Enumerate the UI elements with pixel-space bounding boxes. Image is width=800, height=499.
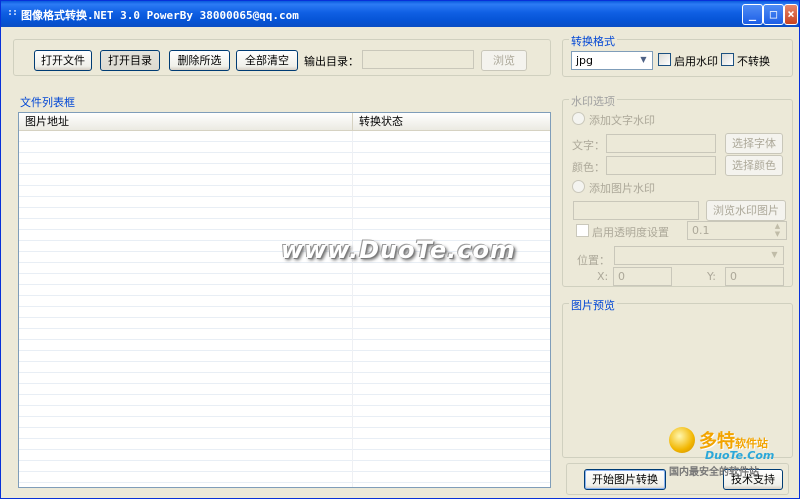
format-group-title: 转换格式: [569, 33, 617, 49]
clear-all-button[interactable]: 全部清空: [236, 50, 298, 71]
file-list-header: 图片地址 转换状态: [19, 113, 550, 131]
text-label: 文字：: [572, 139, 605, 152]
position-select[interactable]: ▼: [614, 246, 784, 265]
title-bar[interactable]: :: 图像格式转换.NET 3.0 PowerBy 38000065@qq.co…: [1, 1, 799, 27]
choose-font-button[interactable]: 选择字体: [725, 133, 783, 154]
open-file-button[interactable]: 打开文件: [34, 50, 92, 71]
maximize-button[interactable]: □: [763, 4, 784, 25]
no-convert-checkbox[interactable]: [721, 53, 734, 66]
delete-selected-button[interactable]: 删除所选: [169, 50, 230, 71]
transparency-label: 启用透明度设置: [592, 226, 669, 239]
watermark-group-title: 水印选项: [569, 93, 617, 109]
watermark-group: 水印选项 添加文字水印 文字： 选择字体 颜色： 选择颜色 添加图片水印 浏览水…: [562, 93, 793, 287]
site-logo: 多特软件站 DuoTe.Com 国内最安全的软件站: [669, 427, 795, 478]
column-image-path[interactable]: 图片地址: [19, 113, 353, 131]
close-button[interactable]: ×: [784, 4, 798, 25]
open-directory-button[interactable]: 打开目录: [100, 50, 160, 71]
file-list[interactable]: 图片地址 转换状态: [18, 112, 551, 488]
format-select[interactable]: jpg ▼: [571, 51, 653, 70]
file-list-title: 文件列表框: [18, 94, 77, 110]
window-title: 图像格式转换.NET 3.0 PowerBy 38000065@qq.com: [21, 9, 299, 22]
logo-subtitle: 国内最安全的软件站: [669, 467, 759, 478]
output-dir-label: 输出目录：: [304, 55, 359, 68]
x-field[interactable]: 0: [613, 267, 672, 286]
browse-output-button[interactable]: 浏览: [481, 50, 527, 71]
format-select-value: jpg: [576, 54, 594, 67]
watermark-image-path-field[interactable]: [573, 201, 699, 220]
x-label: X:: [597, 270, 609, 283]
y-label: Y:: [707, 270, 716, 283]
add-text-watermark-radio[interactable]: [572, 112, 585, 125]
logo-en: DuoTe.Com: [705, 449, 775, 462]
browse-watermark-image-button[interactable]: 浏览水印图片: [706, 200, 786, 221]
transparency-stepper[interactable]: 0.1 ▲ ▼: [687, 221, 787, 240]
color-label: 颜色：: [572, 161, 605, 174]
toolbar-group: 打开文件 打开目录 删除所选 全部清空 输出目录： 浏览: [13, 39, 551, 76]
choose-color-button[interactable]: 选择颜色: [725, 155, 783, 176]
add-image-watermark-label: 添加图片水印: [589, 182, 655, 195]
transparency-value: 0.1: [692, 224, 710, 237]
enable-watermark-label: 启用水印: [674, 55, 718, 68]
chevron-down-icon: ▼: [771, 250, 778, 259]
position-label: 位置：: [577, 254, 610, 267]
no-convert-label: 不转换: [737, 55, 770, 68]
add-image-watermark-radio[interactable]: [572, 180, 585, 193]
mascot-icon: [669, 427, 695, 453]
output-dir-field[interactable]: [362, 50, 474, 69]
column-convert-status[interactable]: 转换状态: [353, 113, 550, 131]
watermark-color-field[interactable]: [606, 156, 716, 175]
enable-watermark-checkbox[interactable]: [658, 53, 671, 66]
preview-group-title: 图片预览: [569, 297, 617, 313]
transparency-checkbox[interactable]: [576, 224, 589, 237]
y-field[interactable]: 0: [725, 267, 784, 286]
watermark-text-field[interactable]: [606, 134, 716, 153]
file-list-rows[interactable]: [19, 131, 550, 487]
site-watermark: www.DuoTe.com: [281, 236, 516, 264]
start-convert-button[interactable]: 开始图片转换: [584, 469, 666, 490]
app-icon: ::: [7, 7, 18, 18]
main-window: :: 图像格式转换.NET 3.0 PowerBy 38000065@qq.co…: [0, 0, 800, 499]
minimize-button[interactable]: _: [742, 4, 763, 25]
add-text-watermark-label: 添加文字水印: [589, 114, 655, 127]
spin-arrows-icon[interactable]: ▲ ▼: [770, 222, 785, 238]
chevron-down-icon: ▼: [640, 55, 647, 64]
format-group: 转换格式 jpg ▼ 启用水印 不转换: [562, 33, 793, 77]
